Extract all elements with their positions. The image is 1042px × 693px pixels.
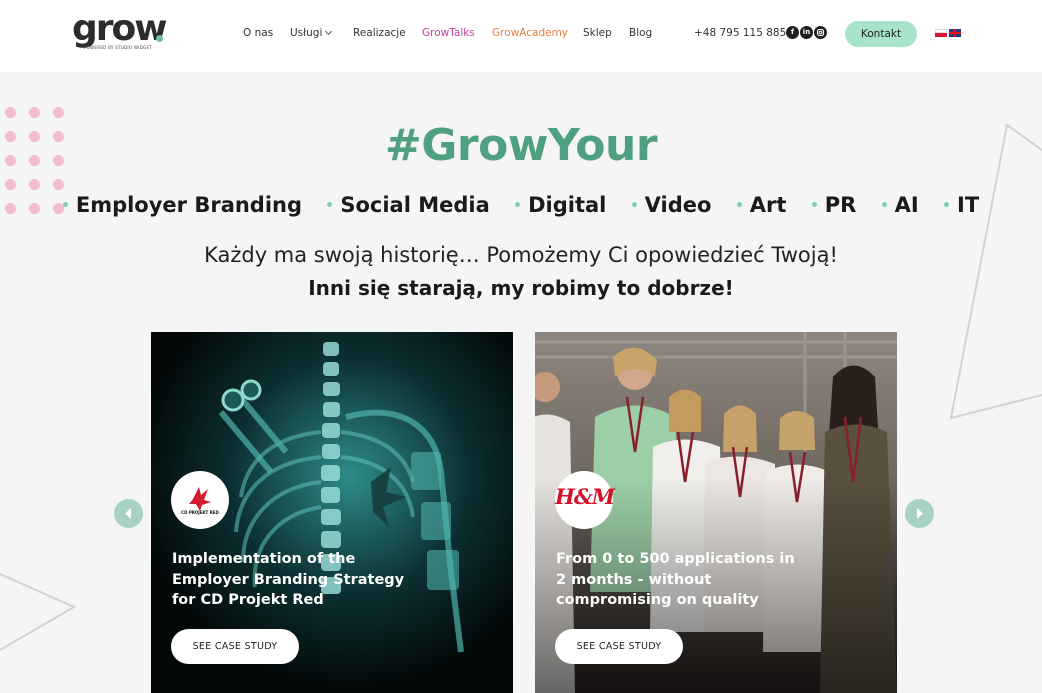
- chevron-down-icon: [325, 27, 333, 36]
- service-label: Digital: [528, 193, 607, 217]
- service-label: AI: [894, 193, 919, 217]
- hero-hashtag: #GrowYour: [384, 120, 658, 171]
- nav-item-growtalks[interactable]: GrowTalks: [422, 27, 475, 41]
- service-item: Social Media: [327, 193, 490, 217]
- case-study-card-hm[interactable]: H&M From 0 to 500 applications in 2 mont…: [535, 332, 897, 693]
- hero-tagline: Inni się starają, my robimy to dobrze!: [308, 276, 734, 300]
- service-item: PR: [811, 193, 857, 217]
- linkedin-icon[interactable]: in: [800, 26, 813, 39]
- nav-item-uslugi-label: Usługi: [290, 27, 323, 39]
- hm-logo: H&M: [555, 471, 615, 529]
- flag-en-icon[interactable]: [949, 29, 961, 37]
- flag-pl-icon[interactable]: [935, 29, 947, 37]
- service-label: Social Media: [340, 193, 490, 217]
- case-study-card-cd-projekt[interactable]: CD PROJEKT RED Implementation of the Emp…: [151, 332, 513, 693]
- hero-subtitle: Każdy ma swoją historię… Pomożemy Ci opo…: [204, 243, 838, 267]
- chevron-left-icon: [125, 508, 131, 519]
- service-item: IT: [944, 193, 979, 217]
- site-header: grow POWERED BY STUDIO WIDGET O nas Usłu…: [0, 0, 1042, 72]
- contact-button[interactable]: Kontakt: [845, 21, 917, 47]
- logo[interactable]: grow POWERED BY STUDIO WIDGET: [72, 8, 168, 54]
- service-label: Employer Branding: [75, 193, 303, 217]
- service-item: Art: [736, 193, 787, 217]
- hm-logo-text: H&M: [555, 484, 615, 509]
- instagram-icon[interactable]: [814, 26, 827, 39]
- carousel-next-button[interactable]: [905, 499, 934, 528]
- see-case-study-button[interactable]: SEE CASE STUDY: [171, 629, 299, 664]
- cd-projekt-logo-text: CD PROJEKT RED: [181, 510, 219, 515]
- service-label: Video: [644, 193, 712, 217]
- cd-projekt-red-logo: CD PROJEKT RED: [171, 471, 229, 529]
- nav-item-sklep[interactable]: Sklep: [583, 27, 612, 41]
- service-label: Art: [749, 193, 787, 217]
- facebook-icon[interactable]: f: [786, 26, 799, 39]
- carousel-prev-button[interactable]: [114, 499, 143, 528]
- see-case-study-button[interactable]: SEE CASE STUDY: [555, 629, 683, 664]
- logo-dot: [156, 35, 163, 42]
- nav-item-blog[interactable]: Blog: [629, 27, 652, 41]
- service-item: Video: [631, 193, 712, 217]
- logo-wordmark: grow: [72, 8, 168, 49]
- service-label: PR: [824, 193, 857, 217]
- phone-number[interactable]: +48 795 115 885: [694, 27, 786, 41]
- nav-item-o-nas[interactable]: O nas: [243, 27, 273, 41]
- card-title: From 0 to 500 applications in 2 months -…: [556, 551, 795, 608]
- service-label: IT: [957, 193, 980, 217]
- service-item: Employer Branding: [62, 193, 303, 217]
- nav-item-realizacje[interactable]: Realizacje: [353, 27, 406, 41]
- cd-projekt-bird-icon: [189, 487, 211, 511]
- card-title: Implementation of the Employer Branding …: [172, 551, 405, 608]
- chevron-right-icon: [917, 508, 923, 519]
- services-list: Employer Branding Social Media Digital V…: [0, 193, 1042, 217]
- service-item: AI: [881, 193, 919, 217]
- logo-tagline: POWERED BY STUDIO WIDGET: [84, 45, 153, 50]
- service-item: Digital: [515, 193, 606, 217]
- nav-item-uslugi[interactable]: Usługi: [290, 27, 333, 41]
- nav-item-growacademy[interactable]: GrowAcademy: [492, 27, 568, 41]
